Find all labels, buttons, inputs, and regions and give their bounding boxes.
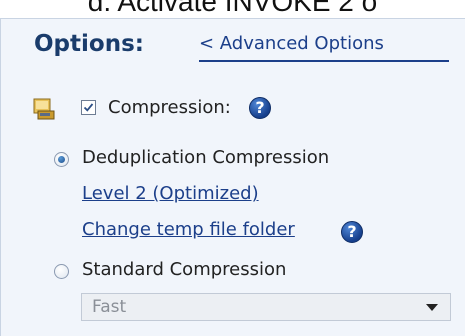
compression-checkbox[interactable] bbox=[81, 100, 96, 115]
standard-compression-radio[interactable] bbox=[54, 264, 69, 279]
level-link[interactable]: Level 2 (Optimized) bbox=[82, 183, 259, 204]
checkmark-icon bbox=[83, 103, 94, 112]
help-icon[interactable]: ? bbox=[249, 97, 271, 119]
advanced-options-link[interactable]: < Advanced Options bbox=[199, 33, 384, 54]
help-icon-temp-folder[interactable]: ? bbox=[341, 221, 363, 243]
dedup-compression-radio[interactable] bbox=[54, 152, 69, 167]
options-panel bbox=[0, 18, 465, 336]
compression-label: Compression: bbox=[108, 97, 231, 118]
compression-speed-value: Fast bbox=[92, 297, 127, 317]
compression-speed-select[interactable]: Fast bbox=[81, 293, 451, 321]
dedup-compression-label: Deduplication Compression bbox=[82, 147, 330, 168]
chevron-down-icon bbox=[426, 304, 438, 311]
advanced-options-underline bbox=[199, 60, 449, 62]
options-title: Options: bbox=[34, 31, 144, 57]
change-temp-folder-link[interactable]: Change temp file folder bbox=[82, 219, 295, 240]
storage-drive-icon bbox=[32, 96, 58, 122]
standard-compression-label: Standard Compression bbox=[82, 259, 287, 280]
radio-selected-dot bbox=[58, 156, 65, 163]
